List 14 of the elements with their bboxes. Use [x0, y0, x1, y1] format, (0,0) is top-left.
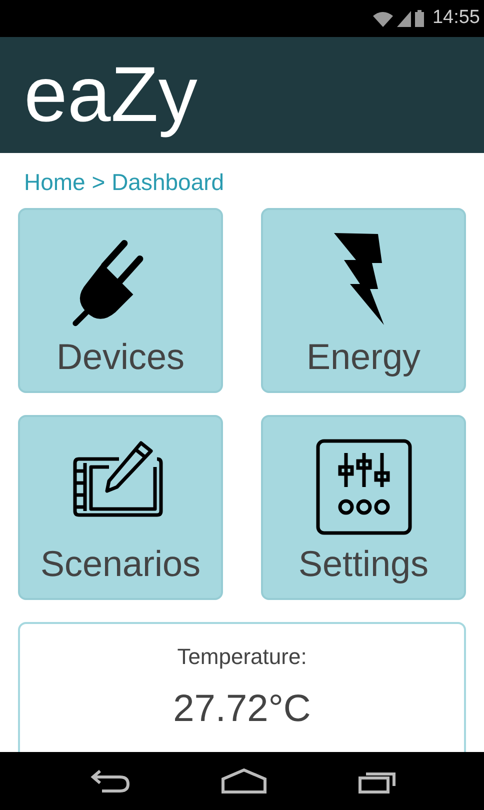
- sliders-icon: [314, 436, 414, 536]
- signal-icon: [397, 10, 412, 26]
- dashboard-tile[interactable]: Settings: [261, 414, 466, 600]
- wifi-icon: [373, 10, 394, 26]
- battery-icon: [415, 10, 424, 27]
- dashboard-tile[interactable]: Devices: [18, 208, 223, 392]
- temperature-value: 27.72°C: [173, 686, 311, 732]
- breadcrumb[interactable]: Home > Dashboard: [24, 169, 224, 195]
- temperature-label: Temperature:: [177, 642, 307, 671]
- dashboard-tile[interactable]: Energy: [261, 208, 466, 392]
- clock-time: 14:55: [432, 6, 480, 30]
- dashboard-tile[interactable]: Scenarios: [18, 414, 223, 600]
- home-icon[interactable]: [220, 768, 267, 794]
- app-title: eaZy: [24, 49, 198, 140]
